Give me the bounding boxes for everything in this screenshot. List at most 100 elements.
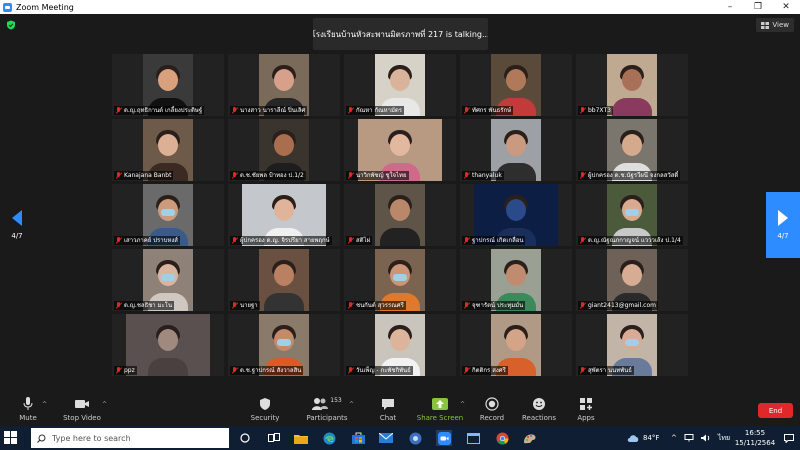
apps-button[interactable]: Apps (558, 397, 614, 422)
security-button[interactable]: Security (237, 397, 293, 422)
participant-tile[interactable]: ด.ญ.ณัฐณภกาญจน์ แวววเส้ง ป.1/4 (576, 184, 688, 246)
minimize-button[interactable]: – (716, 2, 744, 12)
mail-icon[interactable] (378, 430, 394, 446)
stop-video-button[interactable]: Stop Video ^ (54, 397, 110, 422)
webcam-app-icon[interactable] (407, 430, 423, 446)
participant-tile[interactable]: ด.ช.ฐาปกรณ์ สังวาลสิน (228, 314, 340, 376)
participant-tile[interactable]: นายฐา (228, 249, 340, 311)
notifications-icon[interactable] (784, 426, 794, 450)
taskbar-clock[interactable]: 16:55 15/11/2564 (732, 428, 778, 448)
participant-tile[interactable]: ด.ช.ชัยพล ป้าทอง ป.1/2 (228, 119, 340, 181)
input-language[interactable]: ไทย (718, 433, 730, 444)
close-button[interactable]: ✕ (772, 2, 800, 12)
participants-count: 153 (330, 397, 342, 404)
chat-button[interactable]: Chat (360, 397, 416, 422)
weather-temperature: 84°F (643, 434, 660, 442)
participant-tile[interactable]: ด.ญ.ฤทธิกานต์ เกลี้ยงประดิษฐ์ (112, 54, 224, 116)
participant-tile[interactable]: สติไผ่ (344, 184, 456, 246)
task-view-icon[interactable] (266, 430, 282, 446)
participant-tile[interactable]: ผู้ปกครอง ด.ญ. จิรปรียา สายพฤกษ์ (228, 184, 340, 246)
taskbar-search-box[interactable]: Type here to search (31, 428, 229, 448)
participant-tile[interactable]: ด.ญ.ชลธิชา มะโน (112, 249, 224, 311)
window-title: Zoom Meeting (16, 2, 74, 12)
windows-start-icon[interactable] (4, 431, 18, 445)
chrome-icon[interactable] (494, 430, 510, 446)
file-explorer-icon[interactable] (293, 430, 309, 446)
participant-tile[interactable]: ทัศกร พันธรักษ์ (460, 54, 572, 116)
participant-tile[interactable]: เสาวภาคย์ ปราบหงส์ (112, 184, 224, 246)
participant-face (506, 198, 526, 221)
participant-tile[interactable]: giant2413@gmail.com (576, 249, 688, 311)
participants-button[interactable]: 153 Participants ^ (299, 397, 355, 422)
mic-muted-icon (232, 172, 238, 179)
mic-muted-icon (580, 302, 586, 309)
participant-tile[interactable]: Kanajana Banbt (112, 119, 224, 181)
stop-video-label: Stop Video (63, 414, 101, 422)
participant-name: สุพัตรา นนทพันธ์ (588, 367, 632, 374)
weather-widget[interactable]: 84°F (627, 426, 659, 450)
cortana-icon[interactable] (237, 430, 253, 446)
participant-tile[interactable]: ชนกันต์ สุวรรณศรี (344, 249, 456, 311)
participant-name: ฐาปกรณ์ เกิดเกลื่อน (472, 237, 524, 244)
participant-name: ด.ญ.ฤทธิกานต์ เกลี้ยงประดิษฐ์ (124, 107, 203, 114)
participant-face (274, 263, 294, 286)
participant-name: Kanajana Banbt (124, 172, 172, 179)
participant-face (390, 133, 410, 156)
record-label: Record (479, 414, 505, 422)
edge-browser-icon[interactable] (321, 430, 337, 446)
chat-icon (382, 399, 394, 410)
participant-name-label: ด.ญ.ณัฐณภกาญจน์ แวววเส้ง ป.1/4 (578, 236, 683, 245)
zoom-taskbar-icon[interactable] (436, 430, 452, 446)
mic-muted-icon (580, 107, 586, 114)
participant-tile[interactable]: จุฑารัตน์ ประทุมมั่น (460, 249, 572, 311)
participant-name-label: ด.ญ.ชลธิชา มะโน (114, 301, 175, 310)
participant-video (259, 249, 309, 311)
participant-tile[interactable]: ฐาปกรณ์ เกิดเกลื่อน (460, 184, 572, 246)
end-meeting-button[interactable]: End (758, 403, 793, 418)
restore-button[interactable]: ❐ (744, 2, 772, 12)
mic-muted-icon (464, 237, 470, 244)
participant-tile[interactable]: สุพัตรา นนทพันธ์ (576, 314, 688, 376)
mic-muted-icon (116, 367, 122, 374)
participant-name: giant2413@gmail.com (588, 302, 656, 309)
video-options-caret[interactable]: ^ (102, 401, 107, 408)
participants-icon (312, 398, 329, 410)
participant-tile[interactable]: thanyaluk (460, 119, 572, 181)
paint-app-icon[interactable] (522, 430, 538, 446)
mute-button[interactable]: Mute ^ (0, 397, 56, 422)
participant-tile[interactable]: ppz (112, 314, 224, 376)
meeting-area: โรงเรียนบ้านหัวสะพานมิตรภาพที่ 217 is ta… (0, 14, 800, 394)
arrow-left-icon (12, 210, 22, 226)
participant-face (506, 68, 526, 91)
volume-icon[interactable] (700, 434, 711, 442)
participant-tile[interactable]: กัณหา กัณหามัดร (344, 54, 456, 116)
participant-tile[interactable]: bb7XT3 (576, 54, 688, 116)
previous-page-button[interactable]: 4/7 (0, 192, 34, 258)
next-page-button[interactable]: 4/7 (766, 192, 800, 258)
mic-muted-icon (464, 367, 470, 374)
mic-muted-icon (464, 172, 470, 179)
participant-tile[interactable]: วันเพ็ญ - กะพัชกิพันธ์ (344, 314, 456, 376)
show-hidden-icons-icon[interactable]: ^ (671, 434, 677, 442)
encryption-shield-icon[interactable] (6, 20, 16, 30)
windows-taskbar: Type here to search 84°F ^ ไทย 16:55 15/… (0, 426, 800, 450)
store-icon[interactable] (350, 430, 366, 446)
view-button[interactable]: View (756, 18, 794, 32)
window-app-icon[interactable] (465, 430, 481, 446)
participant-tile[interactable]: ผู้ปกครอง ด.ช.นัฐรวีผนึ จงกลสวัสดิ์ (576, 119, 688, 181)
participant-tile[interactable]: กิตติกร สงศรี (460, 314, 572, 376)
participant-name-label: ด.ช.ชัยพล ป้าทอง ป.1/2 (230, 171, 306, 180)
participant-name: ด.ช.ฐาปกรณ์ สังวาลสิน (240, 367, 302, 374)
mute-options-caret[interactable]: ^ (42, 401, 47, 408)
participants-options-caret[interactable]: ^ (349, 401, 354, 408)
participant-name-label: Kanajana Banbt (114, 171, 174, 180)
participant-name: สติไผ่ (356, 237, 371, 244)
mic-muted-icon (116, 107, 122, 114)
mic-muted-icon (580, 172, 586, 179)
participant-name: ทัศกร พันธรักษ์ (472, 107, 512, 114)
participant-tile[interactable]: นาวิกพัชญ์ ชูใจไทย (344, 119, 456, 181)
share-screen-button[interactable]: Share Screen ^ (412, 397, 468, 422)
network-icon[interactable] (684, 434, 694, 442)
participant-tile[interactable]: นางสาว นาราลีณ์ ปิ่นเลิศ (228, 54, 340, 116)
participant-name: นางสาว นาราลีณ์ ปิ่นเลิศ (240, 107, 306, 114)
